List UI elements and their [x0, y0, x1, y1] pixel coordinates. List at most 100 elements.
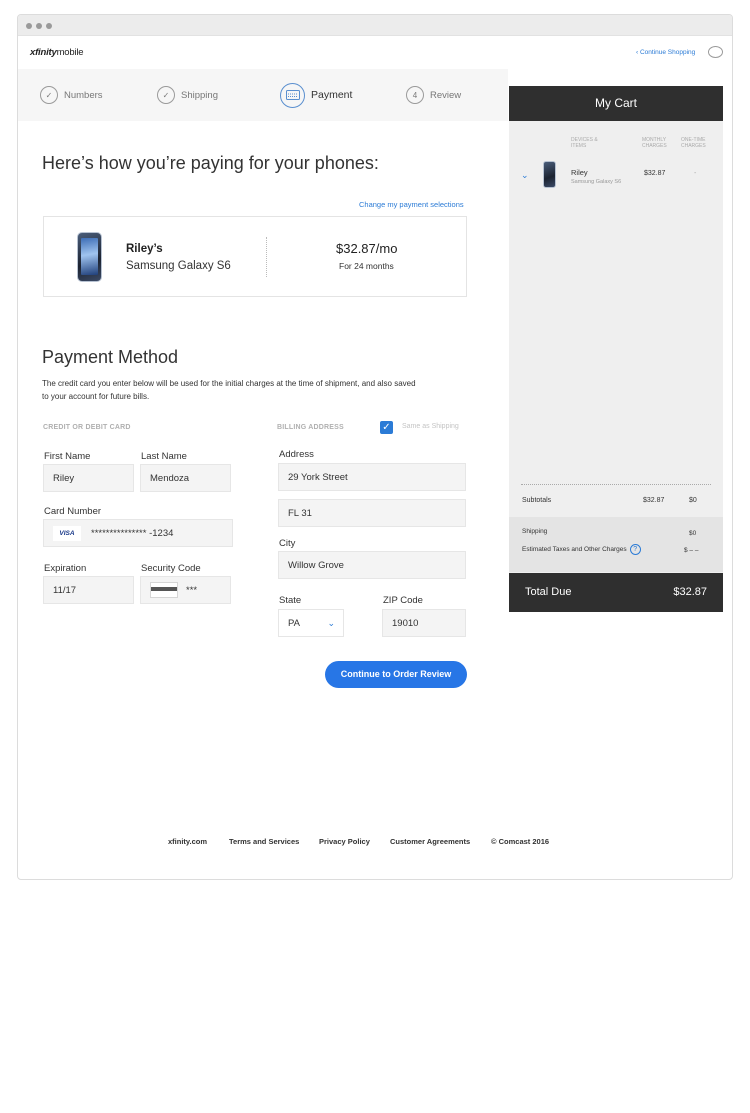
subtotal-onetime: $0: [689, 497, 697, 504]
address-line2-field[interactable]: FL 31: [278, 499, 466, 527]
window-dot-icon[interactable]: [36, 23, 42, 29]
total-due-bar: Total Due $32.87: [509, 573, 723, 612]
payment-method-title: Payment Method: [42, 347, 179, 367]
step-number: 4: [406, 86, 424, 104]
footer-link-agreements[interactable]: Customer Agreements: [390, 837, 470, 846]
monthly-price: $32.87/mo: [336, 241, 398, 256]
address-line1-value: 29 York Street: [288, 471, 348, 483]
city-field[interactable]: Willow Grove: [278, 551, 466, 579]
col-monthly-header: MONTHLY CHARGES: [642, 137, 667, 149]
step-review[interactable]: 4 Review: [406, 69, 461, 121]
continue-shopping-label: Continue Shopping: [639, 49, 696, 56]
chat-icon[interactable]: [708, 46, 723, 58]
cart-item-onetime: -: [694, 170, 697, 177]
shipping-value: $0: [689, 530, 697, 537]
security-code-field[interactable]: ***: [140, 576, 231, 604]
window-dot-icon[interactable]: [26, 23, 32, 29]
continue-to-review-button[interactable]: Continue to Order Review: [325, 661, 467, 688]
phone-image: [77, 232, 102, 282]
cart-item-name: Riley: [571, 168, 588, 177]
address-line1-field[interactable]: 29 York Street: [278, 463, 466, 491]
subtotals-label: Subtotals: [522, 497, 552, 504]
step-label: Shipping: [181, 89, 218, 101]
step-label: Numbers: [64, 89, 103, 101]
total-label: Total Due: [525, 586, 572, 598]
footer-copyright: © Comcast 2016: [491, 837, 550, 846]
device-summary-card: Riley’s Samsung Galaxy S6 $32.87/mo For …: [43, 216, 467, 297]
last-name-label: Last Name: [141, 451, 187, 462]
card-number-field[interactable]: VISA *************** -1234: [43, 519, 233, 547]
divider: [521, 484, 711, 485]
shipping-taxes-box: Shipping $0 Estimated Taxes and Other Ch…: [509, 517, 723, 572]
zip-label: ZIP Code: [383, 595, 423, 606]
check-icon: ✓: [40, 86, 58, 104]
city-value: Willow Grove: [288, 559, 344, 571]
footer: xfinity.com Terms and Services Privacy P…: [18, 837, 732, 851]
zip-field[interactable]: 19010: [382, 609, 466, 637]
taxes-value: $ – –: [684, 547, 699, 554]
col-onetime-header: ONE-TIME CHARGES: [681, 137, 706, 149]
last-name-field[interactable]: Mendoza: [140, 464, 231, 492]
chevron-down-icon: ⌄: [327, 618, 335, 628]
step-label: Payment: [311, 89, 353, 101]
device-model: Samsung Galaxy S6: [126, 260, 231, 272]
taxes-row: Estimated Taxes and Other Charges?: [522, 544, 641, 555]
divider: [266, 237, 267, 277]
card-section-label: CREDIT OR DEBIT CARD: [43, 424, 131, 431]
total-amount: $32.87: [673, 586, 707, 598]
same-as-shipping-checkbox[interactable]: ✓: [380, 421, 393, 434]
step-numbers[interactable]: ✓ Numbers: [40, 69, 103, 121]
state-value: PA: [288, 617, 300, 629]
browser-window: xfinitymobile ‹ Continue Shopping ✓ Numb…: [17, 14, 733, 880]
card-back-icon: [150, 582, 178, 598]
checkmark-icon: ✓: [382, 422, 391, 433]
address-label: Address: [279, 449, 314, 460]
help-icon[interactable]: ?: [629, 544, 641, 555]
cart-item-monthly: $32.87: [644, 170, 666, 177]
subtotal-monthly: $32.87: [643, 497, 665, 504]
expiration-field[interactable]: 11/17: [43, 576, 134, 604]
same-as-shipping-label: Same as Shipping: [402, 423, 459, 430]
address-line2-value: FL 31: [288, 507, 312, 519]
continue-shopping-link[interactable]: ‹ Continue Shopping: [636, 49, 695, 56]
phone-thumbnail: [543, 161, 556, 188]
first-name-field[interactable]: Riley: [43, 464, 134, 492]
col-devices-header: DEVICES & ITEMS: [571, 137, 598, 149]
first-name-label: First Name: [44, 451, 91, 462]
last-name-value: Mendoza: [150, 472, 190, 484]
expiration-value: 11/17: [53, 584, 77, 596]
taxes-label: Estimated Taxes and Other Charges: [522, 546, 627, 553]
footer-link-xfinity[interactable]: xfinity.com: [168, 837, 207, 846]
logo-bold-text: xfinity: [30, 47, 57, 58]
footer-link-terms[interactable]: Terms and Services: [229, 837, 299, 846]
top-nav: xfinitymobile ‹ Continue Shopping: [18, 37, 732, 69]
change-payment-link[interactable]: Change my payment selections: [359, 200, 464, 209]
step-shipping[interactable]: ✓ Shipping: [157, 69, 218, 121]
checkout-steps: ✓ Numbers ✓ Shipping Payment 4 Review: [18, 69, 508, 121]
payment-description: The credit card you enter below will be …: [42, 379, 416, 401]
device-owner: Riley’s: [126, 243, 163, 255]
card-number-label: Card Number: [44, 506, 102, 517]
security-code-label: Security Code: [141, 563, 201, 574]
billing-section-label: BILLING ADDRESS: [277, 424, 344, 431]
state-select[interactable]: PA ⌄: [278, 609, 344, 637]
visa-icon: VISA: [53, 525, 81, 541]
shipping-label: Shipping: [522, 528, 548, 535]
security-code-value: ***: [186, 584, 198, 596]
state-label: State: [279, 595, 302, 606]
footer-link-privacy[interactable]: Privacy Policy: [319, 837, 370, 846]
payment-term: For 24 months: [339, 261, 394, 271]
logo-light-text: mobile: [56, 47, 84, 58]
credit-card-icon: [280, 82, 305, 108]
step-payment[interactable]: Payment: [280, 69, 352, 121]
cart-sidebar: My Cart DEVICES & ITEMS MONTHLY CHARGES …: [509, 86, 723, 612]
city-label: City: [279, 538, 296, 549]
page-title: Here’s how you’re paying for your phones…: [42, 153, 379, 173]
step-label: Review: [430, 89, 462, 101]
xfinity-mobile-logo[interactable]: xfinitymobile: [30, 47, 84, 58]
zip-value: 19010: [392, 617, 419, 629]
window-dot-icon[interactable]: [46, 23, 52, 29]
cart-item-model: Samsung Galaxy S6: [571, 179, 622, 185]
window-titlebar: [18, 15, 732, 36]
chevron-down-icon[interactable]: ⌄: [521, 170, 529, 181]
